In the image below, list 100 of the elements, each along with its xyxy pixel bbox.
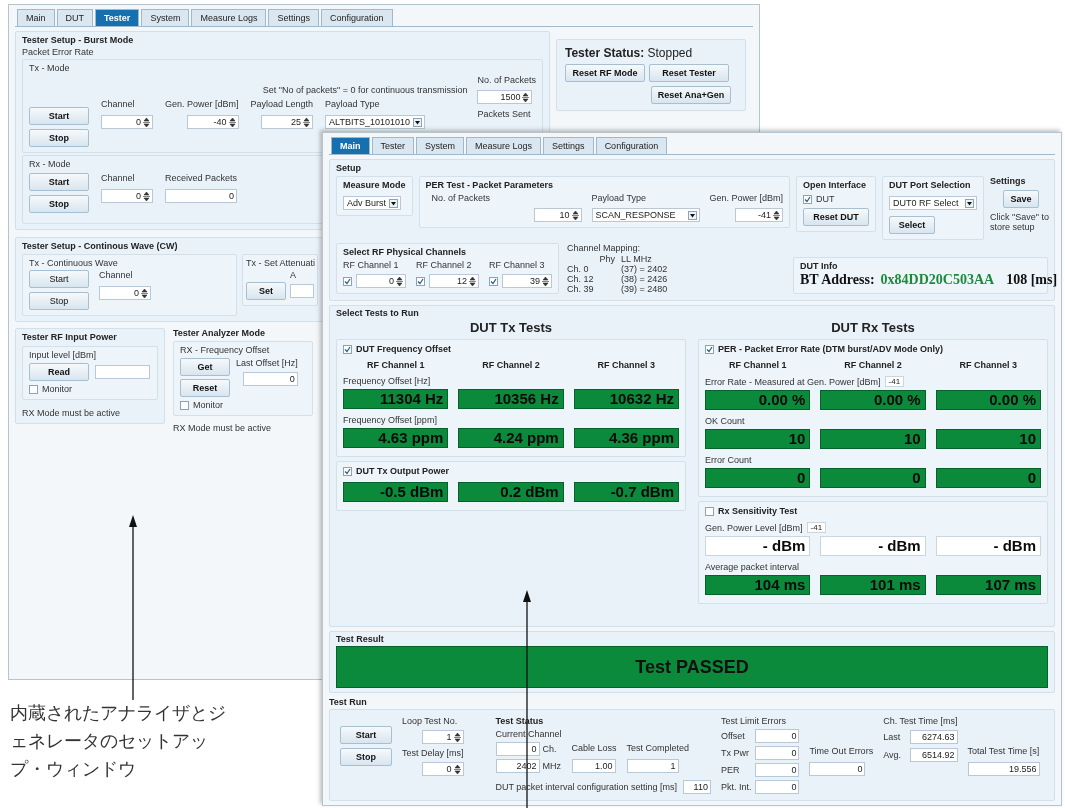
input-field[interactable]: 0 — [495, 742, 540, 756]
checkbox[interactable] — [803, 194, 813, 204]
input-field[interactable]: 0 — [242, 372, 298, 386]
spin-arrows-icon[interactable] — [228, 116, 236, 128]
input-field[interactable]: 19.556 — [967, 762, 1040, 776]
spin-arrows-icon[interactable] — [571, 209, 579, 221]
spin-box[interactable]: 1500 — [477, 90, 533, 104]
action-button[interactable]: Reset — [180, 379, 230, 397]
dropdown[interactable]: SCAN_RESPONSE — [591, 208, 700, 222]
dropdown[interactable]: DUT0 RF Select — [889, 196, 978, 210]
caret-icon[interactable] — [965, 198, 975, 208]
spin-box[interactable]: 0 — [99, 286, 151, 300]
spin-arrows-icon[interactable] — [522, 91, 530, 103]
spin-arrows-icon[interactable] — [542, 275, 549, 287]
caret-icon[interactable] — [389, 198, 398, 208]
input-field[interactable]: 1 — [626, 759, 679, 773]
stop-button[interactable]: Stop — [29, 129, 89, 147]
spin-box[interactable]: 0 — [356, 274, 406, 288]
run-button[interactable]: Start — [340, 726, 392, 744]
spin-arrows-icon[interactable] — [469, 275, 476, 287]
stop-button[interactable]: Stop — [29, 195, 89, 213]
checkbox[interactable] — [180, 400, 189, 410]
start-button[interactable]: Start — [29, 107, 89, 125]
tab[interactable]: Configuration — [320, 9, 393, 26]
tab[interactable]: Main — [17, 9, 55, 26]
input-field[interactable]: 0 — [165, 189, 238, 203]
caret-icon[interactable] — [687, 210, 697, 220]
spin-arrows-icon[interactable] — [773, 209, 781, 221]
spin-box[interactable]: 0 — [101, 189, 153, 203]
checkbox[interactable] — [343, 344, 352, 354]
spin-arrows-icon[interactable] — [396, 275, 403, 287]
spin-arrows-icon[interactable] — [143, 190, 150, 202]
label: Rx Sensitivity Test — [718, 506, 798, 516]
tab[interactable]: Settings — [268, 9, 319, 26]
save-button[interactable]: Save — [1003, 190, 1040, 208]
input-field[interactable]: 0 — [755, 780, 800, 794]
start-button[interactable]: Start — [29, 270, 89, 288]
start-button[interactable]: Start — [29, 173, 89, 191]
checkbox[interactable] — [416, 276, 425, 286]
input-field[interactable]: 0 — [755, 763, 800, 777]
input-field[interactable]: 110 — [682, 780, 711, 794]
tab[interactable]: Main — [331, 137, 370, 154]
label: PER Test - Packet Parameters — [425, 180, 553, 190]
stop-button[interactable]: Stop — [29, 292, 89, 310]
tab[interactable]: Measure Logs — [191, 9, 267, 26]
tab[interactable]: Settings — [543, 137, 594, 154]
spin-arrows-icon[interactable] — [141, 287, 148, 299]
tab[interactable]: Configuration — [595, 137, 668, 154]
spin-arrows-icon[interactable] — [453, 763, 461, 775]
read-button[interactable]: Read — [29, 363, 89, 381]
tab[interactable]: System — [416, 137, 465, 154]
tab[interactable]: Tester — [371, 137, 415, 154]
input-field[interactable] — [95, 365, 150, 379]
dropdown[interactable]: ALTBITS_10101010 — [325, 115, 426, 129]
tab[interactable]: DUT — [56, 9, 93, 26]
spin-arrows-icon[interactable] — [143, 116, 150, 128]
dropdown[interactable]: Adv Burst — [343, 196, 401, 210]
spin-box[interactable]: -40 — [186, 115, 239, 129]
input-field[interactable]: 6514.92 — [909, 748, 958, 762]
spin-box[interactable]: 1 — [421, 730, 464, 744]
input-field[interactable] — [290, 284, 314, 298]
select-button[interactable]: Select — [889, 216, 936, 234]
input-field[interactable]: 0 — [755, 746, 800, 760]
measurement-display: 0.00 % — [705, 390, 811, 410]
checkbox[interactable] — [489, 276, 498, 286]
input-field[interactable]: 1.00 — [571, 759, 616, 773]
spin-box[interactable]: -41 — [735, 208, 784, 222]
spin-box[interactable]: 0 — [421, 762, 464, 776]
spin-box[interactable]: 25 — [261, 115, 314, 129]
checkbox[interactable] — [343, 276, 352, 286]
set-button[interactable]: Set — [246, 282, 286, 300]
spin-box[interactable]: 10 — [533, 208, 582, 222]
reset-button[interactable]: Reset RF Mode — [565, 64, 645, 82]
input-field[interactable]: 0 — [809, 762, 866, 776]
tab[interactable]: Tester — [95, 9, 140, 26]
caret-icon[interactable] — [413, 117, 423, 127]
reset-button[interactable]: Reset Ana+Gen — [651, 86, 731, 104]
action-button[interactable]: Get — [180, 358, 230, 376]
input-field[interactable]: 6274.63 — [909, 730, 958, 744]
run-button[interactable]: Stop — [340, 748, 392, 766]
label: Pkt. Int. — [720, 782, 752, 792]
label: Open Interface — [803, 180, 867, 190]
measurement-display: 0 — [935, 468, 1041, 488]
label: Settings — [990, 176, 1026, 186]
tab[interactable]: System — [141, 9, 190, 26]
spin-box[interactable]: 0 — [101, 115, 153, 129]
checkbox[interactable] — [705, 344, 714, 354]
label: Payload Type — [325, 99, 380, 109]
spin-arrows-icon[interactable] — [303, 116, 311, 128]
spin-box[interactable]: 12 — [429, 274, 479, 288]
checkbox[interactable] — [29, 384, 38, 394]
label: (38) = 2426 — [621, 274, 668, 284]
spin-box[interactable]: 39 — [502, 274, 552, 288]
reset-button[interactable]: Reset Tester — [649, 64, 729, 82]
reset-button[interactable]: Reset DUT — [803, 208, 870, 226]
checkbox[interactable] — [705, 506, 714, 516]
tab[interactable]: Measure Logs — [466, 137, 542, 154]
input-field[interactable]: 0 — [755, 729, 800, 743]
spin-arrows-icon[interactable] — [453, 731, 461, 743]
checkbox[interactable] — [343, 466, 352, 476]
